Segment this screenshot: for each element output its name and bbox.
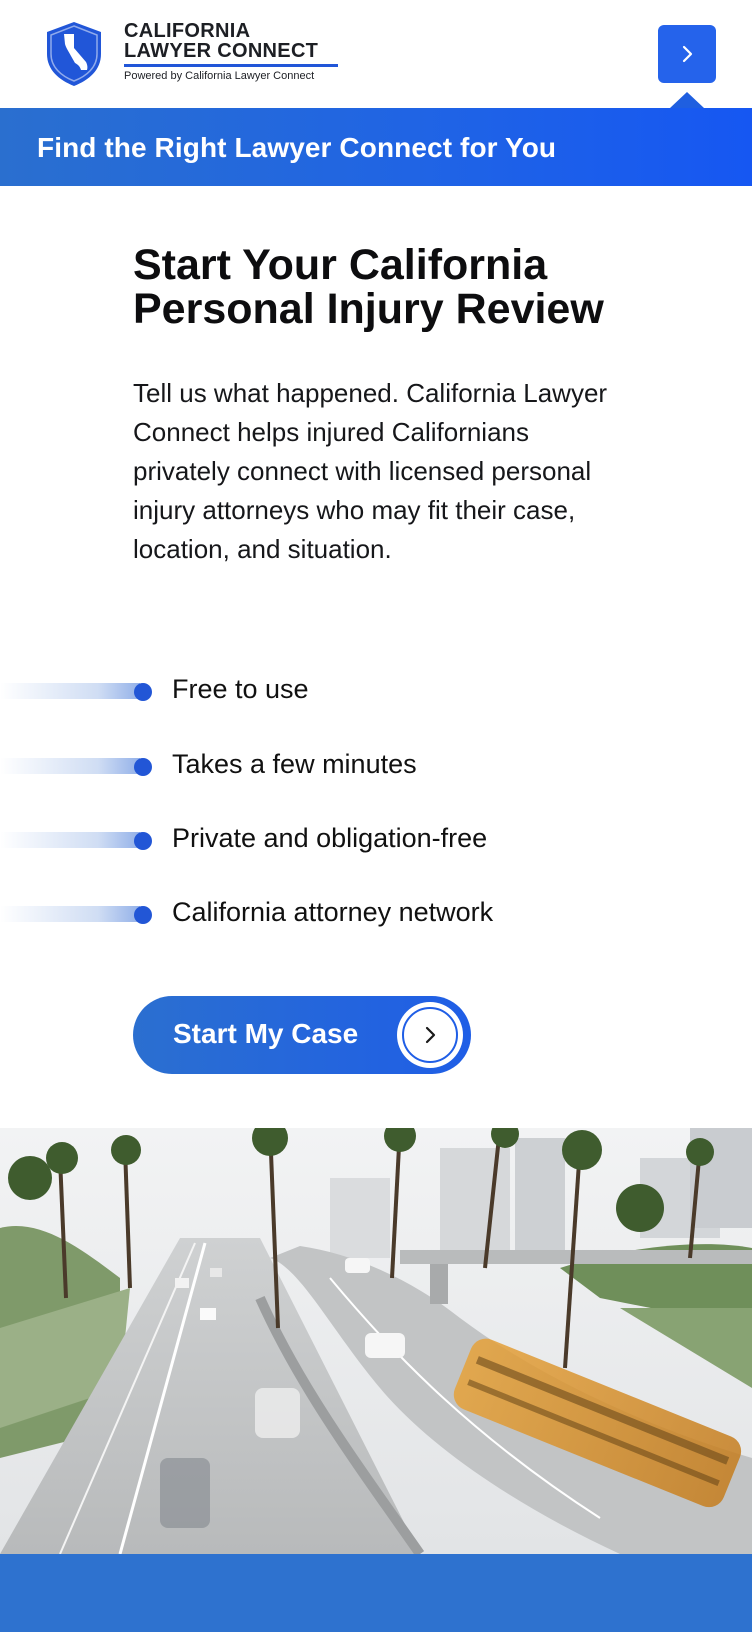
- bullet-dot-icon: [134, 758, 152, 776]
- feature-item: California attorney network: [0, 894, 752, 934]
- page-title: Start Your California Personal Injury Re…: [133, 243, 653, 331]
- start-my-case-button[interactable]: Start My Case: [133, 996, 471, 1074]
- freeway-illustration: [0, 1128, 752, 1554]
- intro-paragraph: Tell us what happened. California Lawyer…: [133, 378, 608, 564]
- los-angeles-freeway-photo: [0, 1128, 752, 1554]
- start-my-case-label: Start My Case: [173, 1018, 359, 1049]
- brand-name-line2: LAWYER CONNECT: [124, 40, 319, 62]
- feature-line-decoration: [0, 683, 140, 699]
- menu-caret: [670, 92, 704, 108]
- feature-label: Private and obligation-free: [172, 823, 488, 853]
- feature-item: Private and obligation-free: [0, 820, 752, 860]
- shield-california-icon: [47, 22, 101, 86]
- feature-item: Free to use: [0, 671, 752, 711]
- brand-tagline: Powered by California Lawyer Connect: [124, 70, 315, 82]
- feature-line-decoration: [0, 758, 140, 774]
- chevron-right-icon: [682, 45, 693, 63]
- banner-title: Find the Right Lawyer Connect for You: [37, 132, 557, 163]
- bullet-dot-icon: [134, 832, 152, 850]
- bullet-dot-icon: [134, 683, 152, 701]
- bullet-dot-icon: [134, 906, 152, 924]
- footer-band: [0, 1554, 752, 1632]
- feature-item: Takes a few minutes: [0, 746, 752, 786]
- brand-underline: [124, 64, 338, 67]
- hero-banner: Find the Right Lawyer Connect for You: [0, 108, 752, 186]
- feature-label: California attorney network: [172, 897, 494, 927]
- feature-line-decoration: [0, 832, 140, 848]
- chevron-right-icon: [425, 1026, 436, 1044]
- site-header: CALIFORNIA LAWYER CONNECT Powered by Cal…: [0, 0, 752, 108]
- header-menu-button[interactable]: [658, 25, 716, 83]
- feature-line-decoration: [0, 906, 140, 922]
- feature-label: Free to use: [172, 674, 309, 704]
- cta-arrow-circle: [397, 1002, 463, 1068]
- page-title-line1: Start Your California: [133, 241, 548, 289]
- page-title-line2: Personal Injury Review: [133, 285, 604, 333]
- feature-label: Takes a few minutes: [172, 749, 417, 779]
